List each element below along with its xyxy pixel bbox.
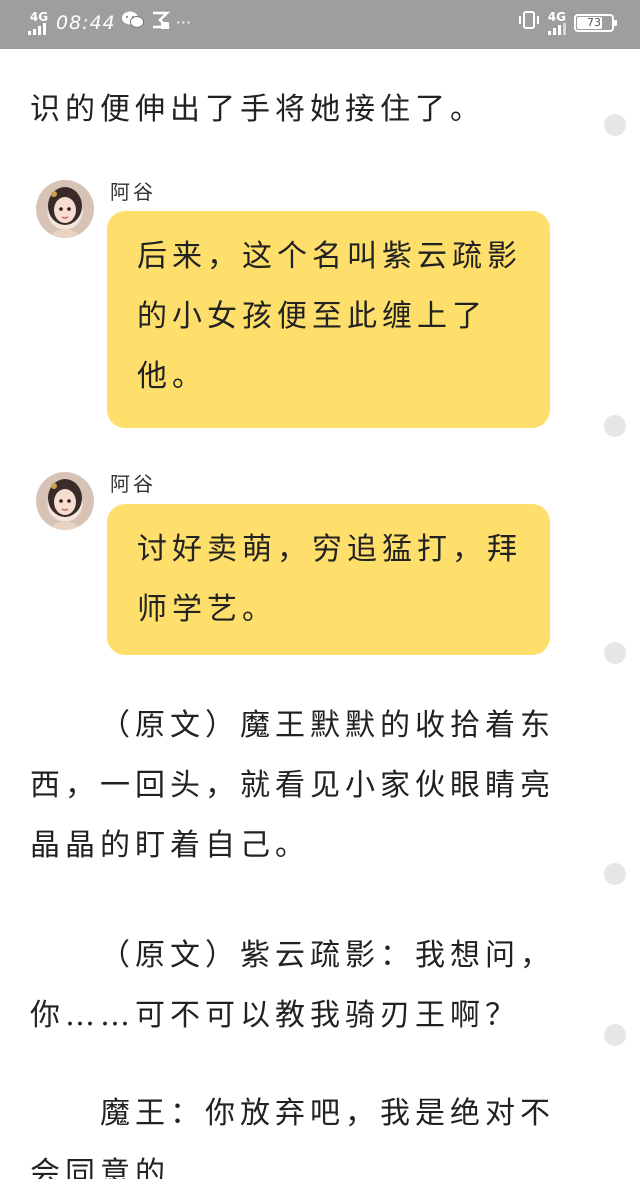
signal-icon: 4G: [28, 11, 50, 35]
speaker-name: 阿谷: [110, 472, 156, 496]
speaker-name: 阿谷: [110, 180, 156, 204]
reader-page[interactable]: 识的便伸出了手将她接住了。 阿谷 后来，这个名叫紫云疏影的小女孩便至此缠上了他。: [0, 0, 640, 1179]
clock: 08:44: [56, 11, 116, 34]
avatar[interactable]: [36, 180, 94, 238]
scroll-marker[interactable]: [604, 114, 626, 136]
data-saver-icon: [150, 10, 170, 35]
vibrate-icon: [518, 10, 540, 35]
scroll-marker[interactable]: [604, 642, 626, 664]
message-bubble[interactable]: 后来，这个名叫紫云疏影的小女孩便至此缠上了他。: [107, 211, 550, 428]
cellular-icon: 4G: [548, 11, 566, 35]
paragraph-top: 识的便伸出了手将她接住了。: [30, 92, 485, 127]
wechat-icon: [121, 10, 144, 35]
battery-icon: 73: [574, 13, 617, 32]
status-bar: 4G 08:44 ··· 4G 73: [0, 0, 640, 49]
paragraph: 魔王：你放弃吧，我是绝对不会同意的: [30, 1096, 555, 1179]
avatar[interactable]: [36, 472, 94, 530]
scroll-marker[interactable]: [604, 415, 626, 437]
more-icon: ···: [175, 13, 192, 32]
paragraph: （原文）魔王默默的收拾着东西，一回头，就看见小家伙眼睛亮晶晶的盯着自己。: [30, 708, 555, 863]
scroll-marker[interactable]: [604, 1024, 626, 1046]
message-bubble[interactable]: 讨好卖萌，穷追猛打，拜师学艺。: [107, 504, 550, 655]
scroll-marker[interactable]: [604, 863, 626, 885]
paragraph: （原文）紫云疏影：我想问，你……可不可以教我骑刃王啊？: [30, 938, 555, 1033]
